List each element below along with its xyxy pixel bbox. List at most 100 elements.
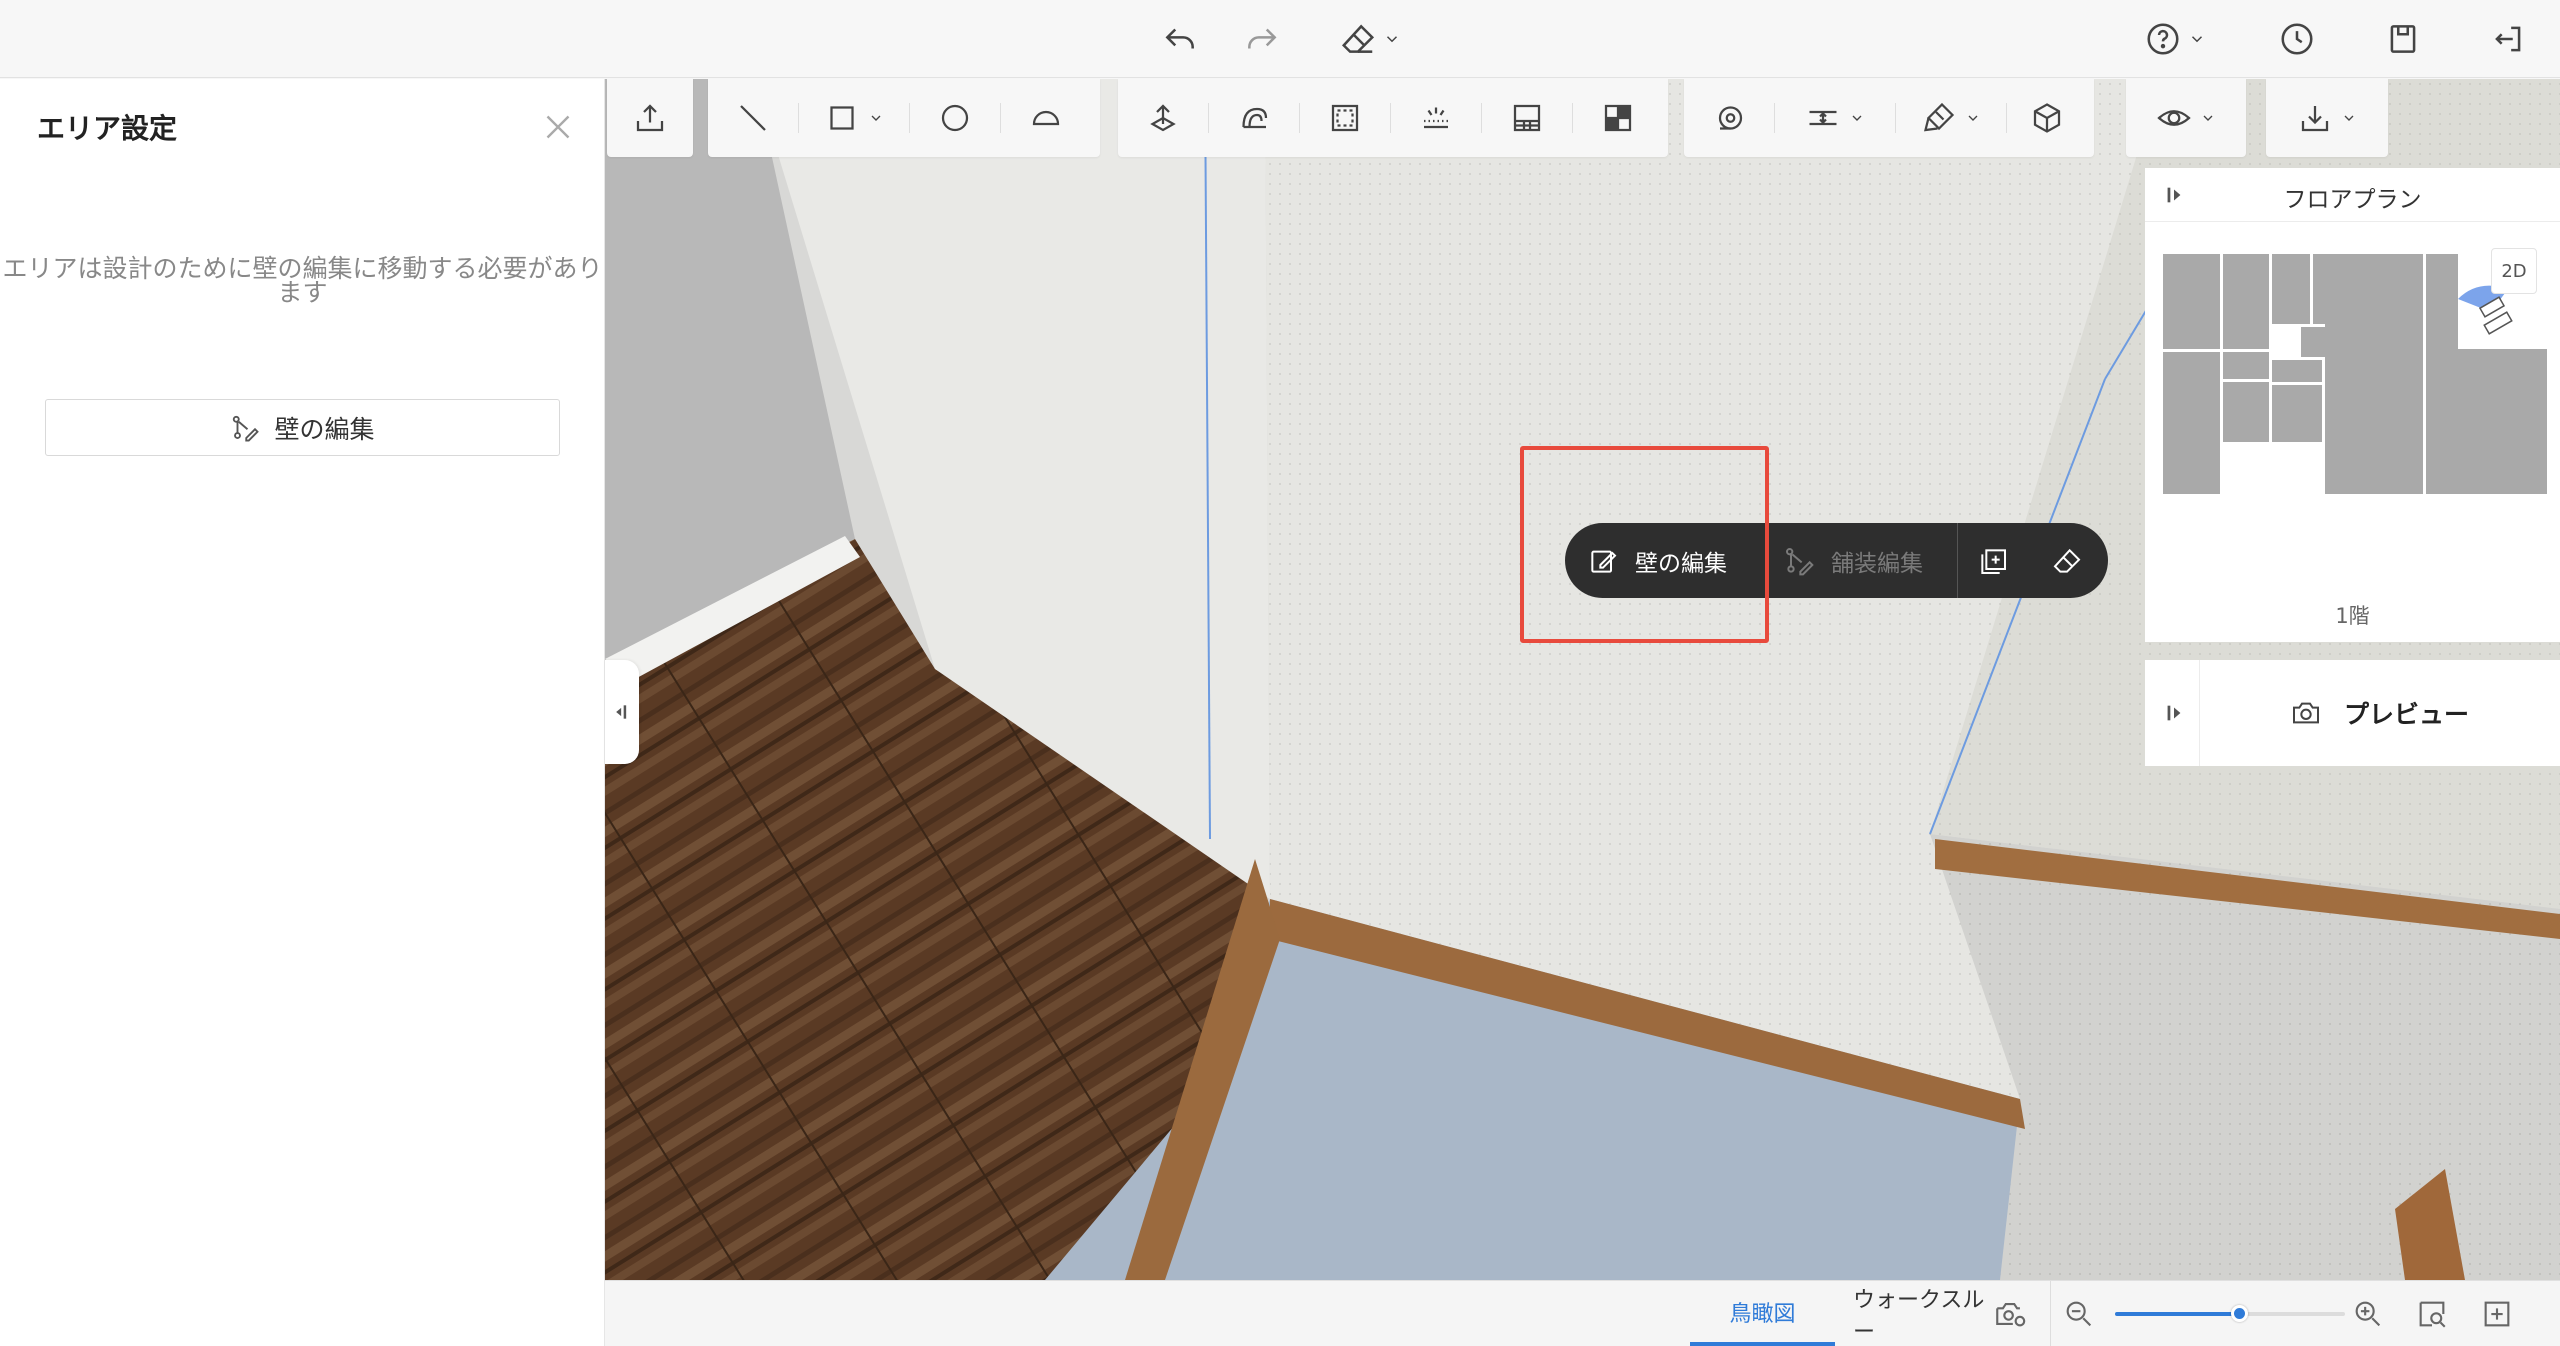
region-icon <box>1331 104 1359 132</box>
eye-icon <box>2157 110 2191 126</box>
rectangle-tool[interactable] <box>799 79 909 157</box>
arc-icon <box>1032 110 1060 126</box>
zoom-slider-handle[interactable] <box>2231 1305 2248 1322</box>
edit-wall-button[interactable]: 壁の編集 <box>45 399 560 456</box>
preview-button[interactable]: プレビュー <box>2290 692 2469 734</box>
help-icon <box>2147 23 2179 55</box>
fullscreen-icon[interactable] <box>2480 1297 2514 1331</box>
chevron-down-icon <box>1852 115 1862 121</box>
chevron-down-icon <box>2203 115 2213 121</box>
save-icon <box>2390 25 2416 53</box>
floorplan-panel: フロアプラン 2D 1階 <box>2145 168 2560 642</box>
line-tool[interactable] <box>708 79 798 157</box>
move-up-icon <box>1150 104 1176 132</box>
zoom-out-icon[interactable] <box>2062 1297 2096 1331</box>
circle-icon <box>941 104 969 132</box>
download-icon <box>2301 106 2329 132</box>
area-settings-panel: エリア設定 エリアは設計のために壁の編集に移動する必要があり ます 壁の編集 <box>0 79 605 1346</box>
floor-label[interactable]: 1階 <box>2145 600 2560 630</box>
paint-tool[interactable] <box>1896 79 2006 157</box>
sweep-tool[interactable] <box>1209 79 1299 157</box>
camera-settings-icon[interactable] <box>1993 1297 2027 1331</box>
push-pull-tool[interactable] <box>1118 79 1208 157</box>
toolbar-group-draw <box>708 79 1100 157</box>
visibility-dropdown[interactable] <box>2126 79 2246 157</box>
zoom-track[interactable] <box>2240 1312 2345 1316</box>
arc-tool[interactable] <box>1001 79 1091 157</box>
rectangle-icon <box>830 106 854 130</box>
redo-button[interactable] <box>1237 14 1287 64</box>
tape-tool[interactable] <box>1684 79 1774 157</box>
history-button[interactable] <box>2272 14 2322 64</box>
zoom-fit-icon[interactable] <box>2415 1297 2449 1331</box>
chevron-down-icon <box>1386 36 1398 43</box>
chevron-down-icon <box>2191 36 2203 43</box>
sweep-icon <box>1242 107 1268 129</box>
wall-edit-icon <box>233 415 260 441</box>
brush-icon <box>1924 102 1955 132</box>
exit-icon <box>2495 26 2521 52</box>
upload-tool[interactable] <box>607 79 693 157</box>
edit-wall-button-label: 壁の編集 <box>274 414 375 444</box>
tape-icon <box>1718 106 1743 130</box>
save-button[interactable] <box>2378 14 2428 64</box>
context-divider <box>1957 523 1958 598</box>
close-icon[interactable] <box>540 109 576 145</box>
lighting-tool[interactable] <box>1391 79 1481 157</box>
zoom-in-icon[interactable] <box>2351 1297 2385 1331</box>
context-delete-button[interactable] <box>2051 523 2083 598</box>
chevron-down-icon <box>1968 115 1978 121</box>
undo-icon <box>1165 28 1194 49</box>
wall-panel-tool[interactable] <box>1482 79 1572 157</box>
download-dropdown[interactable] <box>2266 79 2388 157</box>
upload-icon <box>636 104 664 132</box>
eraser-icon <box>2053 548 2081 573</box>
context-edit-paving-label: 舗装編集 <box>1831 550 1923 577</box>
top-bar <box>0 0 2560 78</box>
floorplan-title: フロアプラン <box>2283 187 2422 213</box>
align-tool[interactable] <box>1775 79 1895 157</box>
preview-label: プレビュー <box>2344 700 2470 729</box>
panel-message: エリアは設計のために壁の編集に移動する必要があり ます <box>0 256 605 307</box>
floorplan-map[interactable] <box>2163 254 2547 494</box>
align-icon <box>1809 110 1837 126</box>
help-dropdown[interactable] <box>2135 14 2215 64</box>
eraser-dropdown[interactable] <box>1330 14 1410 64</box>
lighting-icon <box>1424 107 1448 129</box>
toolbar-group-tools <box>1684 79 2094 157</box>
panel-title: エリア設定 <box>37 112 178 145</box>
eraser-icon <box>1341 24 1375 53</box>
wall-context-menu: 壁の編集 舗装編集 <box>1565 523 2108 598</box>
region-tool[interactable] <box>1300 79 1390 157</box>
circle-tool[interactable] <box>910 79 1000 157</box>
wall-panel-icon <box>1513 104 1541 132</box>
split-icon <box>1604 104 1632 132</box>
preview-divider <box>2199 660 2200 766</box>
collapse-right-icon[interactable] <box>2163 702 2185 724</box>
paving-edit-icon <box>1786 547 1814 575</box>
line-icon <box>740 105 766 131</box>
cube-icon <box>2033 103 2061 133</box>
panel-collapse-toggle[interactable] <box>605 660 639 764</box>
undo-button[interactable] <box>1155 14 1205 64</box>
tab-birdseye[interactable]: 鳥瞰図 <box>1690 1281 1835 1346</box>
chevron-down-icon <box>2344 115 2354 121</box>
2d-toggle-button[interactable]: 2D <box>2491 248 2537 294</box>
context-divider <box>1765 523 1766 598</box>
chevron-down-icon <box>871 115 881 121</box>
copy-add-icon <box>1981 548 2006 574</box>
bottom-divider <box>2050 1281 2051 1346</box>
tab-walkthrough[interactable]: ウォークスルー <box>1853 1281 2003 1346</box>
floorplan-header: フロアプラン <box>2145 168 2560 222</box>
context-edit-wall-label: 壁の編集 <box>1635 550 1727 577</box>
context-edit-wall-button[interactable]: 壁の編集 <box>1587 523 1727 598</box>
exit-button[interactable] <box>2483 14 2533 64</box>
redo-icon <box>1248 28 1277 49</box>
zoom-track-filled <box>2115 1312 2240 1316</box>
context-edit-paving-button[interactable]: 舗装編集 <box>1783 523 1923 598</box>
panel-message-line2: ます <box>277 278 328 307</box>
toolbar-group-import <box>607 79 693 157</box>
context-copy-button[interactable] <box>1977 523 2009 598</box>
split-tool[interactable] <box>1573 79 1663 157</box>
3d-model-tool[interactable] <box>2007 79 2087 157</box>
